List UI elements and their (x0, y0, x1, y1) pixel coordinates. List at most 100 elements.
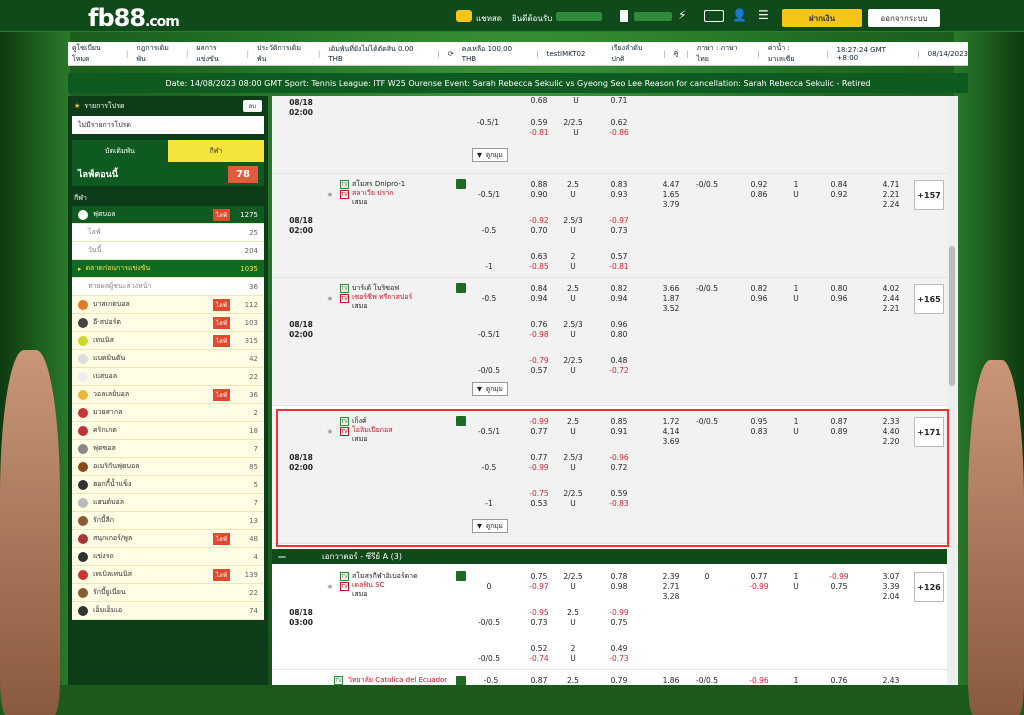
odds-value[interactable]: 0.88 (524, 180, 554, 190)
odds-value[interactable]: 1.86 (656, 676, 686, 685)
odds-1x2[interactable]: 4.47 (656, 180, 686, 190)
odds-value[interactable]: 0.76 (824, 676, 854, 685)
odds-1x2[interactable]: 3.28 (656, 592, 686, 602)
star-icon[interactable]: ★ (324, 582, 336, 592)
odds-value[interactable]: 0.49 (604, 644, 634, 654)
sport-item[interactable]: เทเบิลเทนนิส ไลฟ์ 139 (72, 566, 264, 584)
info-icon[interactable]: TV (334, 676, 343, 685)
football-sub-early[interactable]: ▸ ตลาดก่อนการแข่งขัน 1035 (72, 260, 264, 278)
refresh-icon[interactable]: ⟳ (448, 50, 454, 58)
odds-value[interactable]: 0.83 (604, 180, 634, 190)
odds-value[interactable]: 0.87 (824, 417, 854, 427)
sport-item[interactable]: มวยสากล 2 (72, 404, 264, 422)
odds-1x2[interactable]: 2.71 (656, 582, 686, 592)
team-away[interactable]: สลาเวีย ปราก (352, 189, 452, 198)
odds-value[interactable]: 0.95 (744, 417, 774, 427)
odds-value[interactable]: -0.73 (604, 654, 634, 664)
odds-1x2[interactable]: 2.39 (656, 572, 686, 582)
nav-item[interactable]: ผลการแข่งขัน (196, 43, 238, 65)
odds-1x2[interactable]: 3.66 (656, 284, 686, 294)
odds-value[interactable]: 0.84 (824, 180, 854, 190)
odds-1x2[interactable]: 3.79 (656, 200, 686, 210)
stats-icon[interactable] (456, 416, 466, 426)
info-icon[interactable]: TV (340, 572, 349, 581)
star-icon[interactable]: ★ (324, 427, 336, 437)
star-icon[interactable]: ★ (324, 190, 336, 200)
odds-value[interactable]: 0.53 (524, 499, 554, 509)
odds-value[interactable]: 0.75 (524, 572, 554, 582)
odds-1x2[interactable]: 3.39 (876, 582, 906, 592)
odds-value[interactable]: 0.79 (604, 676, 634, 685)
odds-value[interactable]: 0.73 (604, 226, 634, 236)
chat-icon[interactable] (456, 10, 472, 22)
stats-icon[interactable] (456, 179, 466, 189)
scrollbar-thumb[interactable] (949, 246, 955, 386)
odds-1x2[interactable]: 4.71 (876, 180, 906, 190)
football-sub-live[interactable]: ไลฟ์ 25 (72, 224, 264, 242)
odds-value[interactable]: 0.92 (744, 180, 774, 190)
football-sub-outright[interactable]: ทายผลผู้ชนะล่วงหน้า 36 (72, 278, 264, 296)
info-icon[interactable]: TV (340, 417, 349, 426)
menu-list-icon[interactable]: ☰ (758, 8, 769, 22)
odds-value[interactable]: 0.90 (524, 190, 554, 200)
odds-value[interactable]: -0.97 (524, 582, 554, 592)
scrollbar[interactable] (947, 96, 957, 685)
info-icon[interactable]: TV (340, 180, 349, 189)
odds-1x2[interactable]: 2.44 (876, 294, 906, 304)
odds-value[interactable]: 0.59 (524, 118, 554, 128)
sort-select[interactable]: เรียงลำดับปกติ (611, 43, 655, 65)
lightning-icon[interactable]: ⚡ (678, 8, 686, 22)
info-icon[interactable]: TV (340, 427, 349, 436)
odds-value[interactable]: 0.70 (524, 226, 554, 236)
odds-value[interactable]: -0.96 (604, 453, 634, 463)
more-markets-button[interactable]: +157 (914, 180, 944, 210)
sport-item[interactable]: เอ็มเอ็มเอ 74 (72, 602, 264, 620)
odds-value[interactable]: 0.77 (524, 453, 554, 463)
odds-value[interactable]: 0.68 (524, 96, 554, 106)
more-markets-button[interactable]: +171 (914, 417, 944, 447)
league-header[interactable]: — เอกวาดอร์ - ซีรีย์ A (3) (272, 549, 948, 564)
team-away[interactable]: เดลฟิน SC (352, 581, 452, 590)
odds-value[interactable]: -0.99 (744, 582, 774, 592)
odds-value[interactable]: 0.96 (824, 294, 854, 304)
odds-value[interactable]: -0.99 (524, 417, 554, 427)
more-markets-button[interactable]: +126 (914, 572, 944, 602)
odds-value[interactable]: 0.77 (524, 427, 554, 437)
odds-value[interactable]: -0.81 (604, 262, 634, 272)
odds-1x2[interactable]: 2.33 (876, 417, 906, 427)
sport-football[interactable]: ฟุตบอล ไลฟ์ 1275 (72, 206, 264, 224)
odds-1x2[interactable]: 3.52 (656, 304, 686, 314)
odds-value[interactable]: -0.92 (524, 216, 554, 226)
sport-item[interactable]: แบดมินตัน 42 (72, 350, 264, 368)
tab-sports[interactable]: กีฬา (168, 140, 264, 162)
info-icon[interactable]: TV (340, 190, 349, 199)
collapse-icon[interactable]: — (272, 552, 292, 561)
odds-1x2[interactable]: 1.87 (656, 294, 686, 304)
odds-value[interactable]: -0.99 (604, 608, 634, 618)
odds-value[interactable]: -0.99 (824, 572, 854, 582)
odds-value[interactable]: 2.43 (876, 676, 906, 685)
odds-value[interactable]: 0.84 (524, 284, 554, 294)
team-home[interactable]: สโมสรกีฬาอิเบอร์ดาด (352, 572, 452, 581)
view-select[interactable]: คู่ (674, 48, 679, 59)
odds-value[interactable]: 0.82 (604, 284, 634, 294)
sport-item[interactable]: รักบี้ยูเนี่ยน 22 (72, 584, 264, 602)
odds-value[interactable]: 0.82 (744, 284, 774, 294)
odds-value[interactable]: 0.89 (824, 427, 854, 437)
sport-item[interactable]: ฮอกกี้น้ำแข็ง 5 (72, 476, 264, 494)
odds-value[interactable]: 0.92 (824, 190, 854, 200)
sport-item[interactable]: อเมริกันฟุตบอล 85 (72, 458, 264, 476)
odds-1x2[interactable]: 2.04 (876, 592, 906, 602)
odds-1x2[interactable]: 4.02 (876, 284, 906, 294)
odds-1x2[interactable]: 4.40 (876, 427, 906, 437)
odds-value[interactable]: 0.91 (604, 427, 634, 437)
odds-value[interactable]: 0.72 (604, 463, 634, 473)
odds-value[interactable]: 0.80 (824, 284, 854, 294)
team-away[interactable]: โอลิมเปียกอส (352, 426, 452, 435)
star-icon[interactable]: ★ (324, 294, 336, 304)
info-icon[interactable]: TV (340, 582, 349, 591)
odds-1x2[interactable]: 3.07 (876, 572, 906, 582)
nav-item[interactable]: ดูโซเบี่ยนโหมด (72, 43, 118, 65)
delete-favorites-button[interactable]: ลบ (242, 100, 262, 112)
odds-value[interactable]: 0.98 (604, 582, 634, 592)
